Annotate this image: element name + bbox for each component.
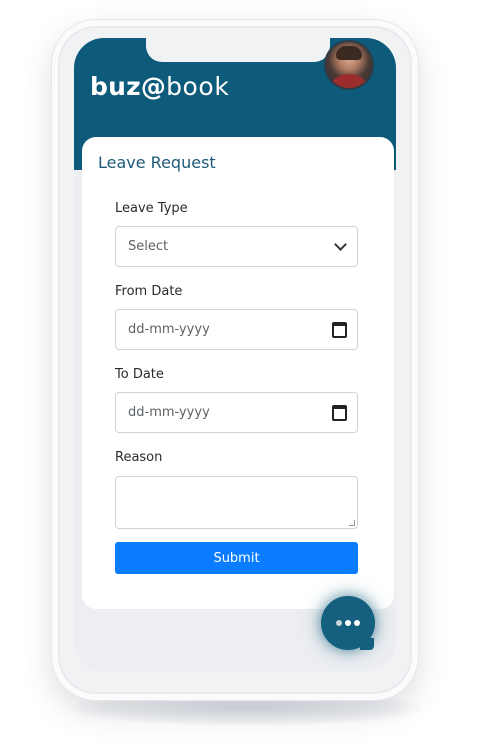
reason-textarea[interactable]	[115, 476, 358, 529]
brand-part2: book	[166, 72, 230, 101]
brand-logo: buz@book	[90, 72, 229, 108]
page-title: Leave Request	[98, 153, 216, 172]
chevron-down-icon	[334, 238, 347, 251]
phone-notch	[146, 38, 330, 62]
from-date-label: From Date	[115, 284, 183, 299]
resize-grip-icon[interactable]	[349, 520, 355, 526]
avatar[interactable]	[326, 42, 372, 88]
chat-bubble-tail	[360, 638, 374, 650]
avatar-hair	[336, 46, 362, 60]
brand-at: @	[140, 72, 167, 101]
leave-request-card: Leave Request Leave Type Select From Dat…	[82, 137, 394, 609]
from-date-input[interactable]: dd-mm-yyyy	[115, 309, 358, 350]
chat-dot-icon	[336, 620, 342, 626]
phone-screen: buz@book Leave Request Leave Type Select…	[74, 38, 396, 672]
chat-dot-icon	[345, 620, 351, 626]
to-date-placeholder: dd-mm-yyyy	[128, 405, 210, 420]
reason-label: Reason	[115, 450, 163, 465]
to-date-input[interactable]: dd-mm-yyyy	[115, 392, 358, 433]
brand-part1: buz	[90, 72, 141, 101]
submit-button[interactable]: Submit	[115, 542, 358, 574]
leave-type-value: Select	[128, 239, 169, 254]
from-date-placeholder: dd-mm-yyyy	[128, 322, 210, 337]
chat-dot-icon	[354, 620, 360, 626]
leave-type-select[interactable]: Select	[115, 226, 358, 267]
chat-button[interactable]	[321, 596, 375, 650]
calendar-icon[interactable]	[332, 404, 347, 421]
stage: buz@book Leave Request Leave Type Select…	[0, 0, 492, 742]
leave-type-label: Leave Type	[115, 201, 188, 216]
to-date-label: To Date	[115, 367, 164, 382]
avatar-shirt	[328, 74, 370, 88]
calendar-icon[interactable]	[332, 321, 347, 338]
